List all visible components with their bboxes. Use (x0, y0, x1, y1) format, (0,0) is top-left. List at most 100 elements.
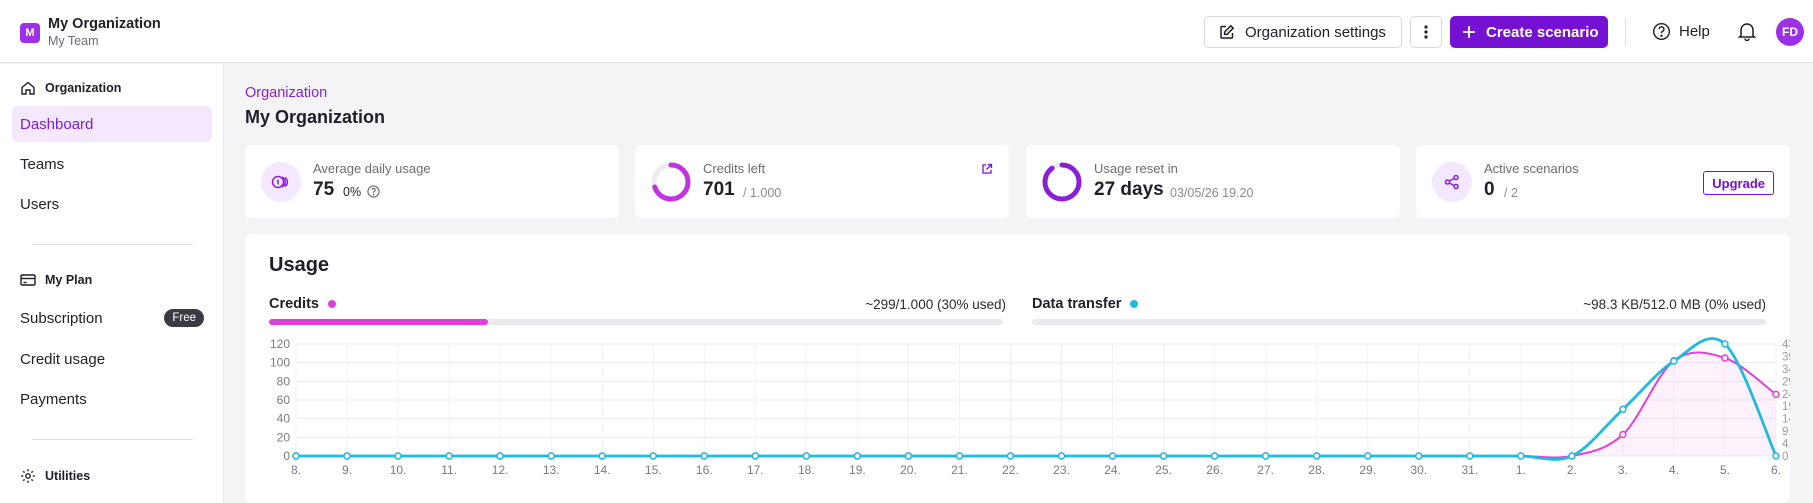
x-tick-label: 30. (1410, 463, 1427, 477)
y-right-tick-label: 29.3 KB (1782, 376, 1790, 388)
data-transfer-data-point (853, 452, 862, 460)
plan-badge: Free (164, 309, 204, 327)
data-transfer-data-point (649, 452, 657, 460)
organization-settings-label: Organization settings (1245, 23, 1386, 41)
stat-card-active-scenarios: Active scenarios 0 / 2 Upgrade (1416, 145, 1790, 218)
active-scenarios-label: Active scenarios (1484, 161, 1579, 176)
x-tick-label: 19. (849, 463, 866, 477)
sidebar-item-dashboard[interactable]: Dashboard (12, 106, 212, 142)
top-bar: M My Organization My Team Organization s… (0, 0, 1813, 63)
data-transfer-data-point (1568, 452, 1576, 460)
sidebar-item-credit-usage[interactable]: Credit usage (12, 341, 212, 377)
scenarios-icon-circle (1432, 162, 1472, 202)
org-name[interactable]: My Organization (48, 16, 161, 32)
help-icon (1652, 22, 1671, 41)
organization-settings-button[interactable]: Organization settings (1204, 16, 1402, 48)
x-tick-label: 16. (696, 463, 713, 477)
gear-icon (21, 469, 35, 483)
reset-donut (1042, 162, 1082, 202)
data-transfer-data-point (1210, 452, 1219, 460)
x-tick-label: 14. (594, 463, 611, 477)
x-tick-label: 31. (1461, 463, 1478, 477)
x-tick-label: 11. (441, 463, 457, 477)
usage-title: Usage (269, 254, 330, 276)
bell-icon (1737, 23, 1757, 42)
home-icon (21, 81, 35, 95)
x-tick-label: 8. (291, 463, 301, 477)
sidebar-heading-organization: Organization (20, 80, 121, 96)
y-left-tick-label: 20 (277, 430, 291, 444)
info-icon[interactable] (366, 185, 380, 198)
usage-reset-date: 03/05/26 19.20 (1170, 186, 1254, 200)
sidebar-item-users[interactable]: Users (12, 186, 212, 222)
y-right-tick-label: 24.4 KB (1782, 389, 1790, 401)
stat-card-average-usage: Average daily usage 75 0% (245, 145, 619, 218)
y-left-tick-label: 40 (277, 412, 291, 426)
data-transfer-data-point (1619, 405, 1627, 414)
active-scenarios-value: 0 (1484, 179, 1495, 200)
x-tick-label: 17. (747, 463, 764, 477)
x-tick-label: 2. (1567, 463, 1577, 477)
org-badge[interactable]: M (20, 23, 40, 43)
sidebar-item-subscription[interactable]: Subscription Free (12, 300, 212, 336)
x-tick-label: 25. (1155, 463, 1172, 477)
create-scenario-button[interactable]: Create scenario (1450, 16, 1608, 48)
data-transfer-data-point (1415, 452, 1423, 460)
x-tick-label: 4. (1669, 463, 1679, 477)
data-transfer-data-point (1466, 452, 1474, 460)
x-tick-label: 28. (1308, 463, 1325, 477)
x-tick-label: 18. (798, 463, 815, 477)
data-transfer-series-line (296, 337, 1778, 461)
usage-chart: 02040608010012004.9 KB9.8 KB14.6 KB19.5 … (270, 337, 1790, 477)
x-tick-label: 1. (1516, 463, 1526, 477)
credits-progress-fill (269, 319, 489, 325)
x-tick-label: 3. (1618, 463, 1628, 477)
y-right-tick-label: 43.9 KB (1782, 339, 1790, 351)
y-right-tick-label: 4.9 KB (1782, 439, 1790, 451)
usage-icon-circle (261, 162, 301, 202)
credits-donut (651, 162, 691, 202)
credits-legend: Credits (269, 296, 336, 312)
team-name[interactable]: My Team (48, 34, 98, 48)
reset-donut-arc (1042, 162, 1082, 202)
data-transfer-data-point (955, 452, 964, 460)
share-nodes-icon (1444, 174, 1459, 190)
credits-legend-dot (327, 300, 336, 308)
x-tick-label: 22. (1002, 463, 1019, 477)
sidebar-divider (32, 244, 193, 245)
more-options-button[interactable] (1410, 16, 1442, 48)
edit-icon (1220, 24, 1235, 39)
credit-card-icon (20, 274, 36, 286)
average-usage-value: 75 (313, 179, 335, 200)
credits-left-label: Credits left (703, 161, 766, 176)
data-transfer-data-point (1670, 357, 1678, 365)
active-scenarios-total: / 2 (1504, 186, 1518, 200)
x-tick-label: 24. (1104, 463, 1121, 477)
data-transfer-data-point (445, 452, 453, 460)
sidebar-item-teams[interactable]: Teams (12, 146, 212, 182)
data-transfer-data-point (1159, 452, 1168, 460)
data-transfer-data-point (1261, 452, 1270, 460)
credits-series-line (296, 351, 1777, 459)
user-avatar[interactable]: FD (1776, 18, 1804, 46)
x-tick-label: 26. (1206, 463, 1223, 477)
page-title: My Organization (245, 107, 386, 127)
toolbar-divider (1625, 18, 1626, 46)
coins-icon (271, 175, 289, 189)
data-transfer-data-point (292, 452, 300, 460)
data-transfer-data-point (1006, 452, 1015, 460)
x-tick-label: 6. (1771, 463, 1781, 477)
sidebar-item-payments[interactable]: Payments (12, 381, 212, 417)
x-tick-label: 20. (900, 463, 917, 477)
credits-progress-track (269, 319, 1003, 325)
y-right-tick-label: 19.5 KB (1782, 401, 1790, 413)
data-transfer-data-point (1772, 452, 1780, 460)
upgrade-button[interactable]: Upgrade (1703, 171, 1774, 195)
help-button[interactable]: Help (1652, 22, 1710, 41)
y-left-tick-label: 100 (270, 356, 290, 370)
external-link-icon[interactable] (981, 163, 993, 175)
breadcrumb[interactable]: Organization (245, 85, 327, 101)
more-vertical-icon (1424, 25, 1428, 39)
notifications-button[interactable] (1737, 21, 1757, 46)
data-transfer-data-point (394, 452, 402, 460)
